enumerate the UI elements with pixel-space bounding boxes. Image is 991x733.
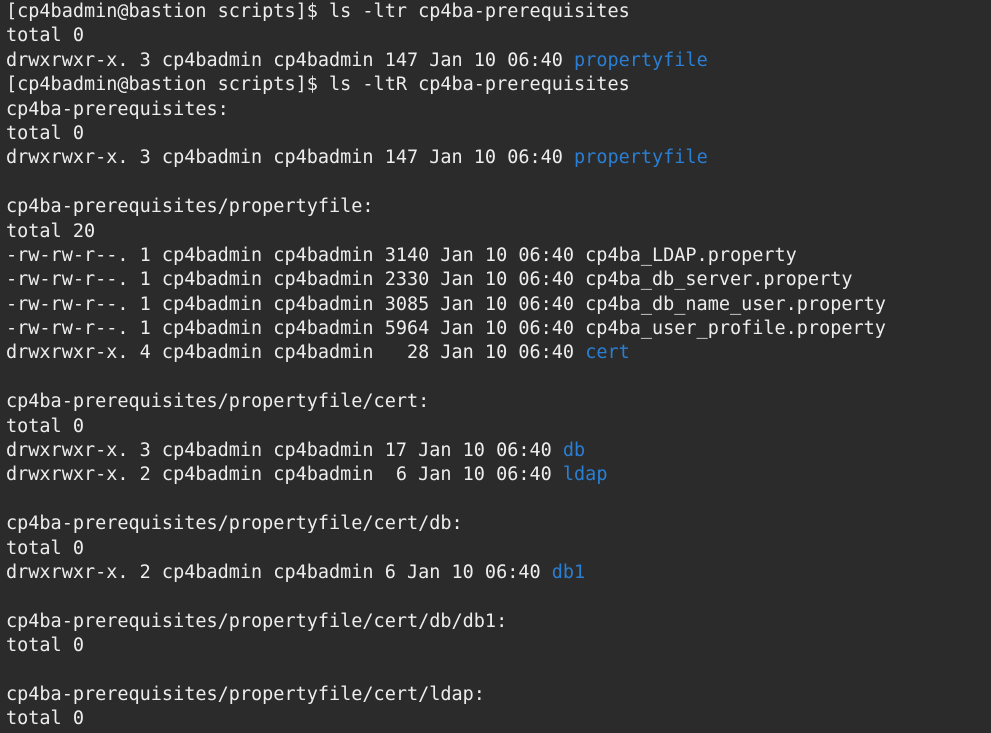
terminal-text: cp4ba-prerequisites/propertyfile/cert: xyxy=(6,391,430,413)
terminal-text: total 20 xyxy=(6,220,96,242)
terminal-line: drwxrwxr-x. 2 cp4badmin cp4badmin 6 Jan … xyxy=(6,561,991,585)
terminal-line: total 0 xyxy=(6,24,991,48)
directory-name: propertyfile xyxy=(574,147,708,169)
terminal-line: cp4ba-prerequisites: xyxy=(6,98,991,122)
terminal-line: cp4ba-prerequisites/propertyfile/cert: xyxy=(6,390,991,414)
terminal-text: -rw-rw-r--. 1 cp4badmin cp4badmin 2330 J… xyxy=(6,269,853,291)
terminal-text: -rw-rw-r--. 1 cp4badmin cp4badmin 5964 J… xyxy=(6,318,886,340)
terminal-text: total 0 xyxy=(6,122,84,144)
terminal-text: cp4ba-prerequisites/propertyfile/cert/db… xyxy=(6,513,463,535)
terminal-line: cp4ba-prerequisites/propertyfile/cert/ld… xyxy=(6,683,991,707)
terminal-line: drwxrwxr-x. 3 cp4badmin cp4badmin 147 Ja… xyxy=(6,49,991,73)
terminal-text: cp4ba-prerequisites/propertyfile/cert/ld… xyxy=(6,683,485,705)
terminal-text: drwxrwxr-x. 2 cp4badmin cp4badmin 6 Jan … xyxy=(6,464,563,486)
terminal-text: drwxrwxr-x. 2 cp4badmin cp4badmin 6 Jan … xyxy=(6,561,552,583)
directory-name: db xyxy=(562,440,586,462)
terminal-line: -rw-rw-r--. 1 cp4badmin cp4badmin 3085 J… xyxy=(6,293,991,317)
directory-name: db1 xyxy=(551,561,586,583)
directory-name: cert xyxy=(585,342,630,364)
terminal-text: cp4ba-prerequisites: xyxy=(6,98,229,120)
terminal-line: -rw-rw-r--. 1 cp4badmin cp4badmin 2330 J… xyxy=(6,268,991,292)
terminal-line: cp4ba-prerequisites/propertyfile/cert/db… xyxy=(6,512,991,536)
terminal-line: total 0 xyxy=(6,707,991,731)
terminal-text: total 0 xyxy=(6,25,84,47)
terminal-text: total 0 xyxy=(6,415,84,437)
terminal-output[interactable]: [cp4badmin@bastion scripts]$ ls -ltr cp4… xyxy=(6,0,991,732)
terminal-text: drwxrwxr-x. 3 cp4badmin cp4badmin 17 Jan… xyxy=(6,440,563,462)
terminal-line: drwxrwxr-x. 2 cp4badmin cp4badmin 6 Jan … xyxy=(6,463,991,487)
terminal-line: total 0 xyxy=(6,122,991,146)
terminal-text: [cp4badmin@bastion scripts]$ ls -ltR cp4… xyxy=(6,74,630,96)
terminal-text: total 0 xyxy=(6,635,84,657)
terminal-line: cp4ba-prerequisites/propertyfile/cert/db… xyxy=(6,610,991,634)
terminal-window[interactable]: [cp4badmin@bastion scripts]$ ls -ltr cp4… xyxy=(0,0,991,733)
terminal-line: drwxrwxr-x. 4 cp4badmin cp4badmin 28 Jan… xyxy=(6,341,991,365)
terminal-line: drwxrwxr-x. 3 cp4badmin cp4badmin 147 Ja… xyxy=(6,146,991,170)
terminal-text: cp4ba-prerequisites/propertyfile: xyxy=(6,196,374,218)
terminal-line: -rw-rw-r--. 1 cp4badmin cp4badmin 5964 J… xyxy=(6,317,991,341)
terminal-line: total 0 xyxy=(6,415,991,439)
terminal-line: [cp4badmin@bastion scripts]$ ls -ltR cp4… xyxy=(6,73,991,97)
terminal-text: cp4ba-prerequisites/propertyfile/cert/db… xyxy=(6,610,508,632)
terminal-text: drwxrwxr-x. 3 cp4badmin cp4badmin 147 Ja… xyxy=(6,49,575,71)
terminal-text: -rw-rw-r--. 1 cp4badmin cp4badmin 3085 J… xyxy=(6,293,886,315)
terminal-text: [cp4badmin@bastion scripts]$ ls -ltr cp4… xyxy=(6,1,630,22)
terminal-text: total 0 xyxy=(6,708,84,730)
directory-name: propertyfile xyxy=(574,49,708,71)
terminal-line: drwxrwxr-x. 3 cp4badmin cp4badmin 17 Jan… xyxy=(6,439,991,463)
terminal-line: total 0 xyxy=(6,537,991,561)
terminal-line: total 20 xyxy=(6,220,991,244)
terminal-text: drwxrwxr-x. 4 cp4badmin cp4badmin 28 Jan… xyxy=(6,342,586,364)
directory-name: ldap xyxy=(562,464,608,486)
terminal-line: cp4ba-prerequisites/propertyfile: xyxy=(6,195,991,219)
terminal-line: total 0 xyxy=(6,634,991,658)
terminal-line: [cp4badmin@bastion scripts]$ ls -ltr cp4… xyxy=(6,0,991,24)
terminal-text: -rw-rw-r--. 1 cp4badmin cp4badmin 3140 J… xyxy=(6,244,797,266)
terminal-text: total 0 xyxy=(6,537,84,559)
terminal-line: -rw-rw-r--. 1 cp4badmin cp4badmin 3140 J… xyxy=(6,244,991,268)
terminal-text: drwxrwxr-x. 3 cp4badmin cp4badmin 147 Ja… xyxy=(6,147,575,169)
